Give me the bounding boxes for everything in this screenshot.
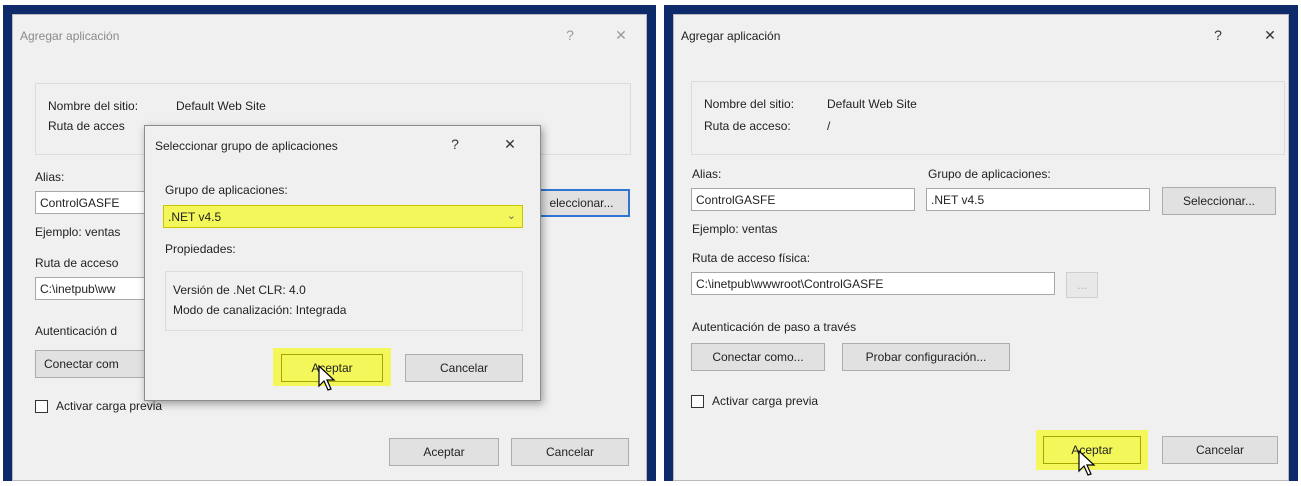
path-value: /	[827, 119, 831, 133]
add-application-window: Agregar aplicación ? ✕ Nombre del sitio:…	[673, 14, 1289, 481]
window-title: Agregar aplicación	[681, 29, 781, 43]
preload-checkbox[interactable]	[691, 395, 704, 408]
app-pool-input: .NET v4.5	[926, 188, 1150, 211]
cancel-button[interactable]: Cancelar	[511, 438, 629, 466]
close-icon[interactable]: ✕	[1260, 25, 1280, 45]
site-name-label: Nombre del sitio:	[704, 97, 795, 111]
example-text: Ejemplo: ventas	[692, 222, 778, 236]
right-screenshot-panel: Agregar aplicación ? ✕ Nombre del sitio:…	[664, 5, 1298, 481]
help-icon[interactable]: ?	[1208, 25, 1228, 45]
app-pool-label: Grupo de aplicaciones:	[165, 183, 288, 197]
mouse-cursor-icon	[1078, 449, 1096, 476]
title-bar: Agregar aplicación ? ✕	[13, 15, 646, 55]
test-settings-button[interactable]: Probar configuración...	[842, 343, 1010, 371]
path-label: Ruta de acceso:	[704, 119, 791, 133]
alias-label: Alias:	[35, 170, 65, 184]
site-name-value: Default Web Site	[176, 99, 266, 113]
dialog-cancel-button[interactable]: Cancelar	[405, 354, 523, 382]
cancel-button[interactable]: Cancelar	[1162, 436, 1278, 464]
clr-version-text: Versión de .Net CLR: 4.0	[173, 283, 306, 297]
properties-label: Propiedades:	[165, 242, 236, 256]
physical-path-input[interactable]: C:\inetpub\ww	[35, 277, 145, 300]
connect-as-button[interactable]: Conectar com	[35, 350, 145, 378]
mouse-cursor-icon	[318, 364, 336, 391]
help-icon[interactable]: ?	[560, 25, 580, 45]
preload-label: Activar carga previa	[56, 399, 163, 413]
left-screenshot-panel: Agregar aplicación ? ✕ Nombre del sitio:…	[3, 5, 656, 481]
auth-label: Autenticación de paso a través	[692, 320, 857, 334]
select-pool-button[interactable]: Seleccionar...	[1162, 187, 1276, 215]
browse-button[interactable]: ...	[1066, 272, 1098, 298]
app-pool-label: Grupo de aplicaciones:	[928, 167, 1051, 181]
example-text: Ejemplo: ventas	[35, 225, 121, 239]
add-application-window: Agregar aplicación ? ✕ Nombre del sitio:…	[12, 14, 647, 481]
physical-path-label: Ruta de acceso física:	[692, 251, 811, 265]
app-pool-value: .NET v4.5	[168, 210, 222, 224]
path-label: Ruta de acces	[48, 119, 125, 133]
dialog-help-icon[interactable]: ?	[445, 134, 465, 154]
app-pool-dropdown[interactable]: .NET v4.5 ⌄	[163, 205, 523, 228]
pipeline-mode-text: Modo de canalización: Integrada	[173, 303, 347, 317]
site-name-value: Default Web Site	[827, 97, 917, 111]
physical-path-label: Ruta de acceso	[35, 256, 119, 270]
select-pool-button[interactable]: eleccionar...	[533, 189, 630, 217]
dialog-close-icon[interactable]: ✕	[500, 134, 520, 154]
alias-input[interactable]: ControlGASFE	[35, 191, 145, 214]
dialog-title: Seleccionar grupo de aplicaciones	[155, 139, 338, 153]
ok-button[interactable]: Aceptar	[389, 438, 499, 466]
auth-label: Autenticación d	[35, 324, 118, 338]
window-title: Agregar aplicación	[20, 29, 120, 43]
preload-label: Activar carga previa	[712, 394, 819, 408]
properties-box	[165, 271, 523, 331]
alias-input[interactable]: ControlGASFE	[691, 188, 915, 211]
close-icon[interactable]: ✕	[611, 25, 631, 45]
site-name-label: Nombre del sitio:	[48, 99, 139, 113]
physical-path-input[interactable]: C:\inetpub\wwwroot\ControlGASFE	[691, 272, 1055, 295]
title-bar: Agregar aplicación ? ✕	[674, 15, 1288, 55]
site-info-group	[691, 81, 1285, 155]
select-app-pool-dialog: Seleccionar grupo de aplicaciones ? ✕ Gr…	[144, 125, 541, 401]
alias-label: Alias:	[692, 167, 722, 181]
preload-checkbox[interactable]	[35, 400, 48, 413]
connect-as-button[interactable]: Conectar como...	[691, 343, 825, 371]
chevron-down-icon: ⌄	[506, 210, 516, 222]
